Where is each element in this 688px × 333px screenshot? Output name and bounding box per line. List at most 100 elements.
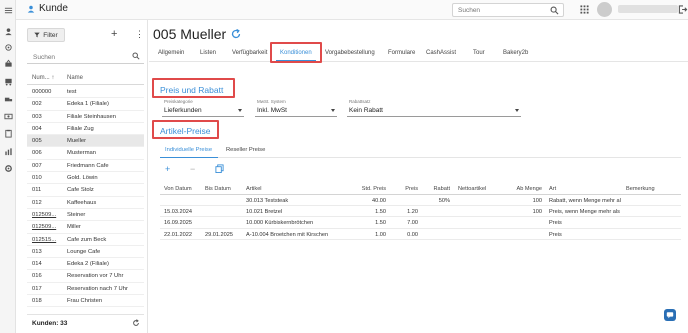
remove-row-button[interactable]: −	[190, 164, 195, 174]
list-search-input[interactable]	[33, 53, 123, 62]
subtab-individual-prices[interactable]: Individuelle Preise	[165, 147, 212, 153]
list-item[interactable]: 005 Mueller	[27, 135, 144, 148]
col-von-datum-header[interactable]: Von Datum	[164, 186, 202, 192]
add-row-button[interactable]: +	[165, 164, 170, 174]
global-search[interactable]	[452, 3, 564, 17]
list-item[interactable]: 010 Gold. Löwin	[27, 172, 144, 185]
list-item[interactable]: 012 Kaffeehaus	[27, 197, 144, 209]
table-row[interactable]: 16.09.2025 10.000 Kürbiskernbrötchen 1.50 7…	[160, 217, 681, 229]
clipboard-icon[interactable]	[3, 129, 13, 138]
truck-icon[interactable]	[3, 95, 13, 104]
sort-asc-icon[interactable]: ↑	[51, 75, 54, 81]
col-preis-header[interactable]: Preis	[388, 186, 418, 192]
list-item-name: Edeka 2 (Filiale)	[67, 261, 109, 268]
col-bis-datum-header[interactable]: Bis Datum	[205, 186, 245, 192]
list-item-number: 011	[32, 187, 42, 194]
active-subtab-indicator	[160, 157, 218, 158]
global-search-input[interactable]	[458, 6, 548, 15]
cart-icon[interactable]	[3, 77, 13, 86]
list-item[interactable]: 012509... Miller	[27, 221, 144, 234]
subtab-reseller-prices[interactable]: Reseller Preise	[226, 147, 265, 153]
top-bar: Kunde	[16, 0, 688, 20]
tab-bakery2b[interactable]: Bakery2b	[503, 50, 528, 56]
list-item-name: Friedmann Cafe	[67, 162, 109, 169]
settings-icon[interactable]	[3, 164, 13, 173]
vat-system-select[interactable]: MwSt. System Inkl. MwSt	[255, 99, 337, 117]
more-options-icon[interactable]: ⋮	[135, 29, 144, 39]
tab-formulare[interactable]: Formulare	[388, 50, 415, 56]
col-std-preis-cell: 40.00	[372, 198, 386, 204]
chart-icon[interactable]	[3, 147, 13, 156]
highlight-box-tab	[270, 42, 322, 63]
tab-vorgabebestellung[interactable]: Vorgabebestellung	[325, 50, 375, 56]
discount-rate-select[interactable]: Rabattsatz Kein Rabatt	[347, 99, 521, 117]
table-row[interactable]: 22.01.2022 29.01.2025 A-10.004 Broetchen m…	[160, 229, 681, 240]
list-item-name: Miller	[67, 224, 81, 231]
list-item[interactable]: 013 Lounge Cafe	[27, 246, 144, 259]
list-item-number: 006	[32, 150, 42, 157]
search-icon[interactable]	[550, 6, 559, 15]
avatar[interactable]	[597, 2, 612, 17]
grid-header-row: Von Datum Bis Datum Artikel Std. Preis Preis…	[160, 183, 681, 195]
customer-list-panel: Filter + ⋮ Num... ↑ Name 000000 test 002 Ed…	[16, 20, 148, 333]
money-icon[interactable]	[3, 112, 13, 121]
apps-grid-icon[interactable]	[580, 5, 589, 14]
col-nettoartikel-header[interactable]: Nettoartikel	[458, 186, 508, 192]
search-icon[interactable]	[132, 52, 140, 60]
list-item-name: Frau Christen	[67, 298, 103, 305]
basket-icon[interactable]	[3, 59, 13, 68]
list-search[interactable]	[27, 50, 144, 64]
table-row[interactable]: 30.013 Teststeak 40.00 50% 100 Rabatt, wenn …	[160, 195, 681, 207]
list-item[interactable]: 006 Musterman	[27, 147, 144, 160]
sync-icon[interactable]	[231, 29, 241, 39]
list-item[interactable]: 018 Frau Christen	[27, 295, 144, 308]
col-art-cell: Rabatt, wenn Menge mehr al	[549, 198, 621, 204]
customer-list: 000000 test 002 Edeka 1 (Filiale) 003 Filiale…	[27, 86, 144, 308]
table-row[interactable]: 15.03.2024 10.021 Bretzel 1.50 1.20 100 Preis…	[160, 206, 681, 218]
list-item-name: Kaffeehaus	[67, 199, 97, 206]
filter-button[interactable]: Filter	[27, 28, 65, 42]
chevron-down-icon	[331, 109, 335, 112]
refresh-icon[interactable]	[132, 319, 140, 327]
chat-icon[interactable]	[664, 309, 676, 321]
list-item[interactable]: 000000 test	[27, 86, 144, 99]
discount-rate-label: Rabattsatz	[349, 99, 371, 104]
list-item-number: 016	[32, 273, 42, 280]
highlight-box-price	[152, 78, 235, 98]
tab-cashassist[interactable]: CashAssist	[426, 50, 456, 56]
col-std-preis-header[interactable]: Std. Preis	[348, 186, 386, 192]
list-item[interactable]: 014 Edeka 2 (Filiale)	[27, 258, 144, 271]
col-art-header[interactable]: Art	[549, 186, 622, 192]
list-item[interactable]: 004 Filiale Zug	[27, 123, 144, 136]
menu-icon[interactable]	[3, 6, 13, 15]
col-rabatt-header[interactable]: Rabatt	[418, 186, 450, 192]
list-item[interactable]: 012509... Steiner	[27, 209, 144, 222]
col-num-header[interactable]: Num... ↑	[32, 75, 54, 81]
tab-allgemein[interactable]: Allgemein	[158, 50, 184, 56]
list-item[interactable]: 017 Reservation nach 7 Uhr	[27, 283, 144, 296]
col-artikel-cell: 30.013 Teststeak	[246, 198, 289, 204]
list-item[interactable]: 007 Friedmann Cafe	[27, 160, 144, 173]
col-bemerkung-header[interactable]: Bemerkung	[626, 186, 678, 192]
logout-icon[interactable]	[678, 5, 688, 14]
price-category-select[interactable]: Preiskategorie Lieferkunden	[162, 99, 244, 117]
tab-listen[interactable]: Listen	[200, 50, 216, 56]
copy-icon[interactable]	[215, 164, 224, 173]
list-item[interactable]: 016 Reservation vor 7 Uhr	[27, 270, 144, 283]
list-item[interactable]: 002 Edeka 1 (Filiale)	[27, 98, 144, 111]
tab-tour[interactable]: Tour	[473, 50, 485, 56]
list-item[interactable]: 003 Filiale Steinhausen	[27, 111, 144, 123]
col-std-preis-cell: 1.00	[375, 231, 386, 238]
page-title-text: 005 Mueller	[153, 26, 227, 42]
col-name-header[interactable]: Name	[67, 75, 83, 81]
col-art-cell: Preis, wenn Menge mehr als	[549, 209, 620, 216]
crosshair-icon[interactable]	[3, 43, 13, 52]
add-customer-button[interactable]: +	[111, 29, 117, 40]
customer-icon[interactable]	[3, 27, 13, 36]
col-ab-menge-header[interactable]: Ab Menge	[510, 186, 543, 192]
list-item[interactable]: 011 Cafe Stolz	[27, 184, 144, 197]
col-art-cell: Preis	[549, 231, 562, 238]
col-artikel-header[interactable]: Artikel	[246, 186, 346, 192]
list-item[interactable]: 012515... Cafe zum Beck	[27, 234, 144, 246]
tab-verfuegbarkeit[interactable]: Verfügbarkeit	[232, 50, 267, 56]
